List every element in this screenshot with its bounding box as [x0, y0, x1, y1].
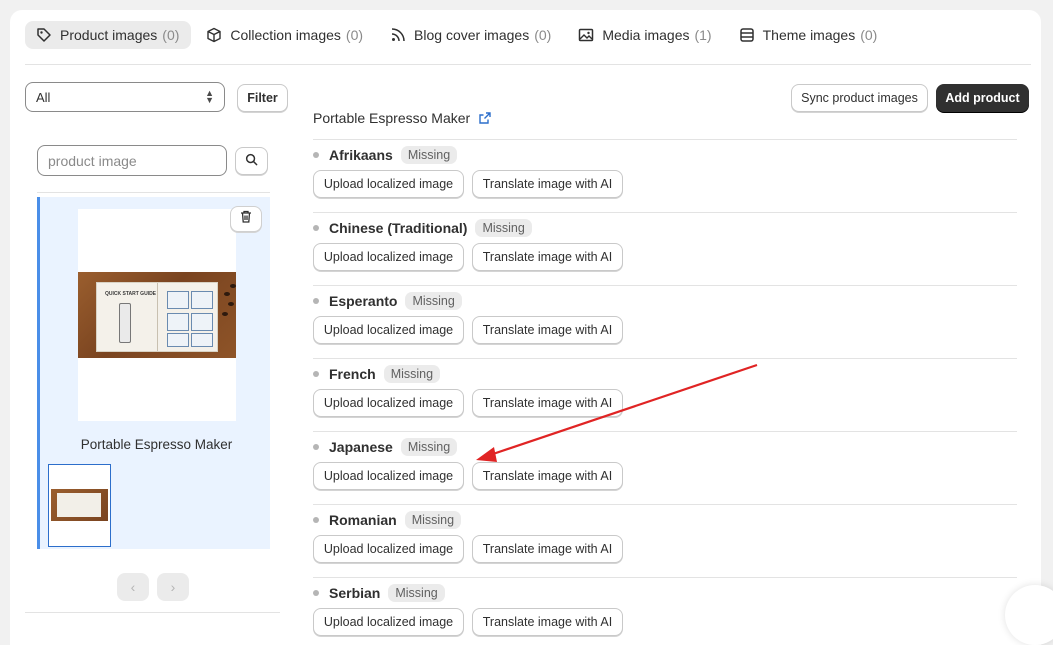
language-name: French	[329, 366, 376, 382]
product-main-image: QUICK START GUIDE	[78, 209, 236, 421]
translate-image-with-ai-button[interactable]: Translate image with AI	[472, 316, 623, 344]
translate-image-with-ai-button[interactable]: Translate image with AI	[472, 535, 623, 563]
quick-start-guide-image: QUICK START GUIDE	[96, 282, 218, 352]
status-badge: Missing	[405, 292, 462, 310]
search-icon	[245, 153, 258, 169]
delete-image-button[interactable]	[230, 206, 262, 232]
language-name: Serbian	[329, 585, 381, 601]
rss-icon	[389, 26, 407, 44]
filter-button[interactable]: Filter	[237, 84, 288, 112]
trash-icon	[240, 210, 252, 228]
status-badge: Missing	[400, 146, 458, 164]
product-photo: QUICK START GUIDE	[78, 272, 236, 358]
tab-collection-images[interactable]: Collection images (0)	[195, 21, 375, 49]
language-header: Serbian Missing	[313, 584, 445, 602]
upload-localized-image-button[interactable]: Upload localized image	[313, 608, 464, 636]
theme-icon	[738, 26, 756, 44]
external-link-icon[interactable]	[478, 111, 492, 125]
tab-count: (0)	[345, 27, 364, 43]
upload-localized-image-button[interactable]: Upload localized image	[313, 170, 464, 198]
tag-icon	[35, 26, 53, 44]
translate-image-with-ai-button[interactable]: Translate image with AI	[472, 170, 623, 198]
language-header: Esperanto Missing	[313, 292, 462, 310]
selected-product-card[interactable]: QUICK START GUIDE Portable Espresso Make…	[37, 197, 270, 549]
language-name: Esperanto	[329, 293, 398, 309]
status-badge: Missing	[400, 438, 458, 456]
tab-label: Collection images	[230, 27, 341, 43]
cube-icon	[205, 26, 223, 44]
tab-media-images[interactable]: Media images (1)	[567, 21, 723, 49]
tab-label: Blog cover images	[414, 27, 530, 43]
translate-image-with-ai-button[interactable]: Translate image with AI	[472, 462, 623, 490]
upload-localized-image-button[interactable]: Upload localized image	[313, 389, 464, 417]
book-title: QUICK START GUIDE	[105, 291, 157, 297]
tab-label: Product images	[60, 27, 158, 43]
left-panel-bottom	[25, 612, 280, 613]
tab-count: (0)	[162, 27, 180, 43]
language-header: Romanian Missing	[313, 511, 462, 529]
language-name: Chinese (Traditional)	[329, 220, 468, 236]
select-value: All	[36, 89, 51, 105]
product-filter-select[interactable]: All ▲ ▼	[25, 82, 225, 112]
status-dot	[313, 298, 319, 304]
sync-product-images-button[interactable]: Sync product images	[791, 84, 928, 112]
language-header: Japanese Missing	[313, 438, 458, 456]
status-badge: Missing	[383, 365, 441, 383]
tabs-divider	[25, 64, 1031, 65]
search-button[interactable]	[235, 147, 268, 175]
language-header: Chinese (Traditional) Missing	[313, 219, 532, 237]
status-dot	[313, 371, 319, 377]
translate-image-with-ai-button[interactable]: Translate image with AI	[472, 389, 623, 417]
next-page-button[interactable]: ›	[157, 573, 189, 601]
translate-image-with-ai-button[interactable]: Translate image with AI	[472, 243, 623, 271]
tab-theme-images[interactable]: Theme images (0)	[728, 21, 890, 49]
status-dot	[313, 590, 319, 596]
status-dot	[313, 152, 319, 158]
add-product-button[interactable]: Add product	[936, 84, 1029, 112]
language-name: Afrikaans	[329, 147, 393, 163]
language-header: Afrikaans Missing	[313, 146, 458, 164]
language-row: Esperanto Missing Upload localized image Tr…	[313, 286, 1017, 359]
upload-localized-image-button[interactable]: Upload localized image	[313, 535, 464, 563]
upload-localized-image-button[interactable]: Upload localized image	[313, 316, 464, 344]
status-badge: Missing	[404, 511, 462, 529]
language-name: Japanese	[329, 439, 393, 455]
image-type-tabs: Product images (0) Collection images (0)…	[25, 21, 893, 49]
language-row: Japanese Missing Upload localized image Tra…	[313, 432, 1017, 505]
left-divider	[37, 192, 270, 193]
tab-label: Media images	[602, 27, 690, 43]
status-dot	[313, 444, 319, 450]
product-title-text: Portable Espresso Maker	[313, 110, 471, 126]
language-name: Romanian	[329, 512, 397, 528]
tab-count: (1)	[694, 27, 712, 43]
language-row: Afrikaans Missing Upload localized image Tr…	[313, 140, 1017, 213]
status-dot	[313, 517, 319, 523]
tab-count: (0)	[534, 27, 552, 43]
upload-localized-image-button[interactable]: Upload localized image	[313, 462, 464, 490]
product-thumbnail[interactable]	[48, 464, 111, 547]
tab-blog-cover-images[interactable]: Blog cover images (0)	[379, 21, 563, 49]
prev-page-button[interactable]: ‹	[117, 573, 149, 601]
language-row: Chinese (Traditional) Missing Upload local…	[313, 213, 1017, 286]
language-row: French Missing Upload localized image Trans…	[313, 359, 1017, 432]
chevron-right-icon: ›	[170, 579, 176, 595]
upload-localized-image-button[interactable]: Upload localized image	[313, 243, 464, 271]
chevron-left-icon: ‹	[130, 579, 136, 595]
select-chevron-icon: ▲ ▼	[205, 88, 214, 105]
language-row: Serbian Missing Upload localized image Tran…	[313, 578, 1017, 645]
search-input[interactable]	[37, 145, 227, 176]
image-icon	[577, 26, 595, 44]
tab-label: Theme images	[762, 27, 856, 43]
product-title: Portable Espresso Maker	[313, 110, 492, 126]
product-caption: Portable Espresso Maker	[80, 437, 233, 452]
tab-count: (0)	[860, 27, 878, 43]
status-badge: Missing	[475, 219, 532, 237]
status-dot	[313, 225, 319, 231]
language-row: Romanian Missing Upload localized image Tra…	[313, 505, 1017, 578]
status-badge: Missing	[388, 584, 445, 602]
translate-image-with-ai-button[interactable]: Translate image with AI	[472, 608, 623, 636]
language-header: French Missing	[313, 365, 441, 383]
tab-product-images[interactable]: Product images (0)	[25, 21, 192, 49]
